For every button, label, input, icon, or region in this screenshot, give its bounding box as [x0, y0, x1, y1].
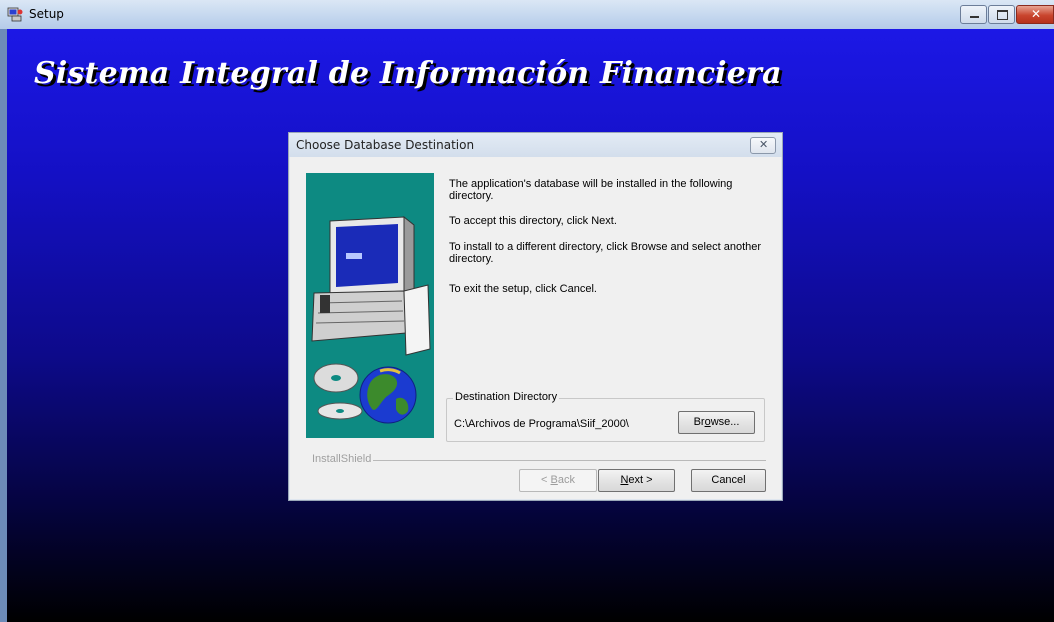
banner-title: Sistema Integral de Información Financie…	[34, 56, 782, 91]
dialog-close-button[interactable]: ✕	[750, 137, 776, 154]
computer-illustration-icon	[311, 215, 431, 424]
maximize-icon	[997, 10, 1008, 20]
title-bar[interactable]: Setup ✕	[0, 0, 1054, 29]
back-label-a: <	[541, 474, 551, 486]
computer-globe-illustration	[306, 173, 434, 438]
maximize-button[interactable]	[988, 5, 1015, 24]
window-title: Setup	[29, 7, 64, 21]
info-text-location: The application's database will be insta…	[449, 178, 733, 202]
destination-directory-label: Destination Directory	[453, 391, 560, 403]
cancel-button[interactable]: Cancel	[691, 469, 766, 492]
next-button[interactable]: Next >	[598, 469, 675, 492]
close-icon: ✕	[1031, 7, 1042, 21]
back-button[interactable]: < Back	[519, 469, 597, 492]
choose-destination-dialog: Choose Database Destination ✕ The applic…	[288, 132, 783, 501]
installshield-brand: InstallShield	[312, 453, 372, 465]
close-icon: ✕	[759, 138, 769, 151]
info-text-cancel: To exit the setup, click Cancel.	[449, 283, 597, 295]
browse-button[interactable]: Browse...	[678, 411, 755, 434]
back-hotkey: B	[550, 474, 558, 486]
next-label: ext >	[628, 474, 653, 486]
destination-path: C:\Archivos de Programa\Siif_2000\	[454, 418, 629, 430]
brand-divider	[373, 460, 766, 461]
dialog-title: Choose Database Destination	[296, 138, 475, 152]
close-window-button[interactable]: ✕	[1016, 5, 1054, 24]
back-label-b: ack	[557, 474, 575, 486]
info-text-browse: To install to a different directory, cli…	[449, 241, 762, 265]
browse-label-b: wse...	[710, 416, 740, 428]
minimize-icon	[970, 16, 979, 18]
minimize-button[interactable]	[960, 5, 987, 24]
browse-label-a: Br	[693, 416, 705, 428]
setup-app-icon	[7, 7, 23, 22]
info-text-accept: To accept this directory, click Next.	[449, 215, 617, 227]
dialog-title-bar[interactable]: Choose Database Destination ✕	[289, 133, 782, 157]
setup-window: Setup ✕ Sistema Integral de Información …	[0, 0, 1054, 622]
